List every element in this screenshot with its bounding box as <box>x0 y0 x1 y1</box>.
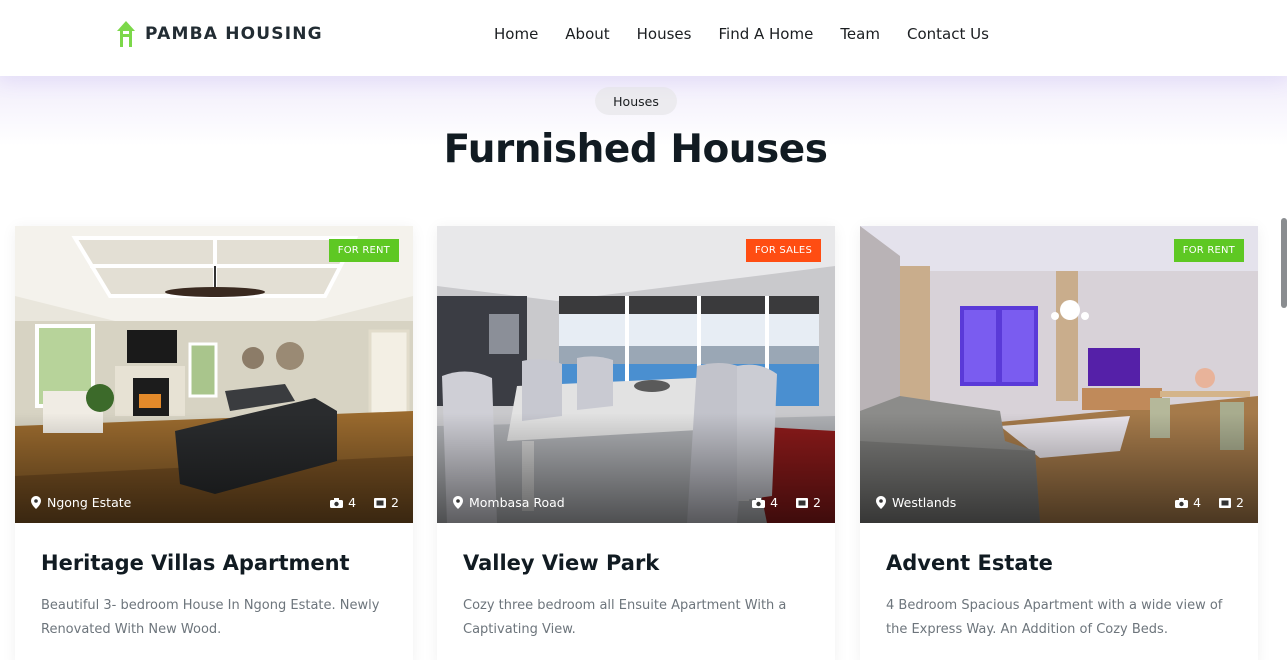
video-icon <box>1219 497 1232 508</box>
photo-count: 4 <box>770 495 779 510</box>
photo-count: 4 <box>1193 495 1202 510</box>
main-nav: Home About Houses Find A Home Team Conta… <box>494 24 1016 44</box>
video-count: 2 <box>813 495 821 510</box>
listing-card[interactable]: FOR SALES Mombasa Road 4 2 Valley View P… <box>437 226 835 660</box>
listing-title[interactable]: Advent Estate <box>886 551 1053 575</box>
location-text: Mombasa Road <box>469 495 565 510</box>
camera-icon <box>752 497 766 508</box>
listing-photo[interactable]: FOR SALES Mombasa Road 4 2 <box>437 226 835 523</box>
media-counts: 4 2 <box>330 495 399 510</box>
listing-card[interactable]: FOR RENT Ngong Estate 4 2 Heritage Villa… <box>15 226 413 660</box>
status-badge: FOR SALES <box>745 239 821 262</box>
section-heading: Furnished Houses <box>443 127 828 172</box>
video-count: 2 <box>1236 495 1244 510</box>
camera-icon <box>330 497 344 508</box>
nav-find-a-home[interactable]: Find A Home <box>718 24 813 44</box>
nav-contact-us[interactable]: Contact Us <box>907 24 989 44</box>
location-text: Ngong Estate <box>47 495 132 510</box>
nav-houses[interactable]: Houses <box>637 24 692 44</box>
listing-title[interactable]: Heritage Villas Apartment <box>41 551 350 575</box>
status-badge: FOR RENT <box>1173 239 1244 262</box>
location: Mombasa Road <box>453 495 565 510</box>
site-header: PAMBA HOUSING Home About Houses Find A H… <box>0 0 1287 76</box>
listing-description: 4 Bedroom Spacious Apartment with a wide… <box>886 598 1223 637</box>
section-pill: Houses <box>595 87 677 115</box>
video-icon <box>374 497 387 508</box>
brand-name: PAMBA HOUSING <box>145 24 323 44</box>
status-badge: FOR RENT <box>328 239 399 262</box>
map-pin-icon <box>876 496 886 509</box>
location: Ngong Estate <box>31 495 131 510</box>
listing-description: Beautiful 3- bedroom House In Ngong Esta… <box>41 598 380 637</box>
map-pin-icon <box>453 496 463 509</box>
map-pin-icon <box>31 496 41 509</box>
nav-about[interactable]: About <box>565 24 609 44</box>
page-scrollbar[interactable] <box>1281 218 1287 308</box>
camera-icon <box>1175 497 1189 508</box>
logo[interactable]: PAMBA HOUSING <box>115 19 323 49</box>
media-counts: 4 2 <box>1175 495 1244 510</box>
listing-photo[interactable]: FOR RENT Westlands 4 2 <box>860 226 1258 523</box>
location: Westlands <box>876 495 956 510</box>
video-count: 2 <box>391 495 399 510</box>
nav-home[interactable]: Home <box>494 24 538 44</box>
house-logo-icon <box>117 21 135 47</box>
nav-team[interactable]: Team <box>840 24 880 44</box>
location-text: Westlands <box>892 495 957 510</box>
video-icon <box>796 497 809 508</box>
photo-count: 4 <box>348 495 357 510</box>
listing-card[interactable]: FOR RENT Westlands 4 2 Advent Estate 4 B… <box>860 226 1258 660</box>
listing-description: Cozy three bedroom all Ensuite Apartment… <box>463 598 787 637</box>
listing-title[interactable]: Valley View Park <box>463 551 659 575</box>
media-counts: 4 2 <box>752 495 821 510</box>
listing-photo[interactable]: FOR RENT Ngong Estate 4 2 <box>15 226 413 523</box>
